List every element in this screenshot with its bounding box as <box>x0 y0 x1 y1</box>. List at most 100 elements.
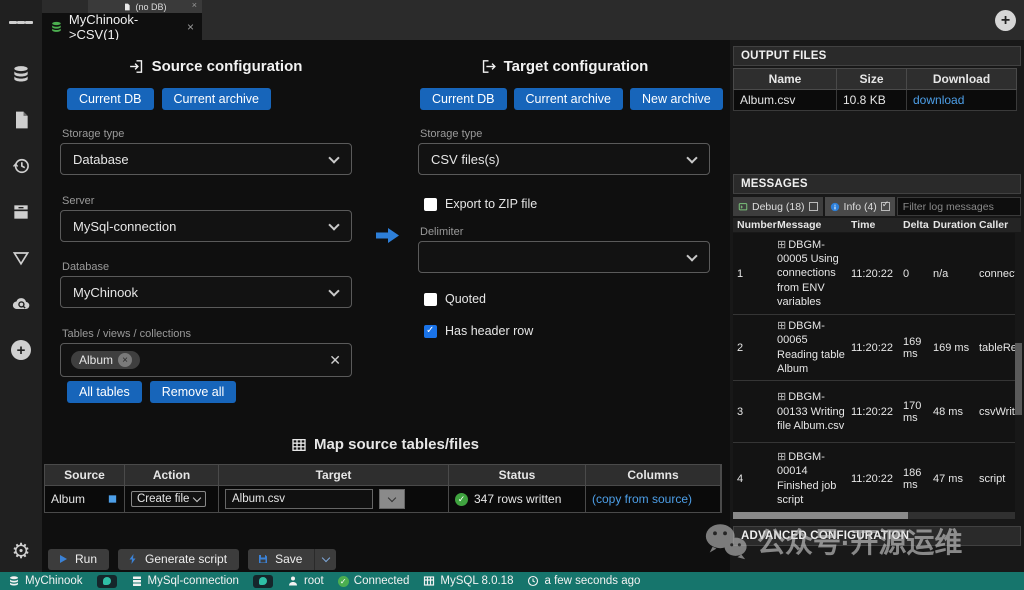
tab-strip: MyChinook->CSV(1) × <box>42 13 1024 40</box>
remove-chip-icon[interactable]: × <box>118 353 132 367</box>
messages-header[interactable]: MESSAGES <box>733 174 1021 194</box>
source-current-db-button[interactable]: Current DB <box>67 88 154 110</box>
chevron-down-icon <box>193 493 201 501</box>
source-storage-type-label: Storage type <box>62 128 124 140</box>
status-color-badge <box>253 575 273 588</box>
clear-all-icon[interactable]: ✕ <box>329 352 341 369</box>
file-name: Album.csv <box>733 90 837 111</box>
output-files-table: Name Size Download Album.csv 10.8 KB dow… <box>733 68 1017 111</box>
generate-script-button[interactable]: Generate script <box>118 549 239 570</box>
has-header-row-checkbox[interactable]: Has header row <box>424 324 533 338</box>
cloud-search-icon[interactable] <box>9 292 33 316</box>
statusbar-database[interactable]: MyChinook <box>8 575 83 587</box>
target-file-dropdown-button[interactable] <box>379 489 405 509</box>
output-file-row: Album.csv 10.8 KB download <box>733 90 1017 111</box>
add-connection-icon[interactable]: + <box>9 338 33 362</box>
database-icon <box>8 575 20 587</box>
vertical-scrollbar[interactable] <box>1015 233 1022 511</box>
history-icon[interactable] <box>9 154 33 178</box>
map-table-row: Album Create file Album.csv ✓ 347 rows w… <box>45 485 721 512</box>
target-storage-type-select[interactable]: CSV files(s) <box>418 143 710 175</box>
expand-icon[interactable]: ⊞ <box>777 320 786 332</box>
source-tables-label: Tables / views / collections <box>62 328 191 340</box>
horizontal-scrollbar[interactable] <box>733 512 1015 519</box>
target-new-archive-button[interactable]: New archive <box>630 88 723 110</box>
message-row[interactable]: 4 ⊞DBGM-00014 Finished job script 11:20:… <box>733 443 1015 515</box>
database-green-icon <box>50 20 63 34</box>
target-current-archive-button[interactable]: Current archive <box>514 88 623 110</box>
table-icon <box>107 493 118 505</box>
settings-icon[interactable]: ⚙ <box>12 539 31 564</box>
checkbox-icon[interactable] <box>424 293 437 306</box>
source-current-archive-button[interactable]: Current archive <box>162 88 271 110</box>
statusbar-connected[interactable]: ✓ Connected <box>338 575 410 587</box>
chevron-down-icon <box>328 285 339 296</box>
checkbox-icon[interactable] <box>809 202 818 211</box>
save-dropdown-button[interactable] <box>314 549 336 570</box>
add-tab-button[interactable]: + <box>995 10 1016 31</box>
menu-icon[interactable] <box>9 10 33 34</box>
export-config-page: Source configuration Current DB Current … <box>42 40 728 546</box>
file-icon[interactable] <box>9 108 33 132</box>
source-configuration-title: Source configuration <box>60 58 370 75</box>
run-button[interactable]: Run <box>48 549 109 570</box>
tab-mychinook-csv[interactable]: MyChinook->CSV(1) × <box>42 13 202 40</box>
advanced-configuration-header[interactable]: ADVANCED CONFIGURATION <box>733 526 1021 546</box>
statusbar-user[interactable]: root <box>287 575 324 587</box>
all-tables-button[interactable]: All tables <box>67 381 142 403</box>
expand-icon[interactable]: ⊞ <box>777 391 786 403</box>
export-zip-checkbox[interactable]: Export to ZIP file <box>424 197 537 211</box>
file-icon <box>123 2 131 12</box>
output-files-header[interactable]: OUTPUT FILES <box>733 46 1021 66</box>
info-filter-chip[interactable]: Info (4) <box>825 197 895 216</box>
checkbox-checked-icon[interactable] <box>881 202 890 211</box>
status-bar: MyChinook MySql-connection root ✓ Connec… <box>0 572 1024 590</box>
bottom-toolbar: Run Generate script Save <box>42 546 728 572</box>
source-database-select[interactable]: MyChinook <box>60 276 352 308</box>
message-row[interactable]: 1 ⊞DBGM-00005 Using connections from ENV… <box>733 233 1015 315</box>
filter-icon[interactable] <box>9 246 33 270</box>
checkbox-icon[interactable] <box>424 198 437 211</box>
database-icon[interactable] <box>9 62 33 86</box>
target-current-db-button[interactable]: Current DB <box>420 88 507 110</box>
export-box-icon <box>480 58 497 75</box>
user-icon <box>287 575 299 587</box>
archive-icon[interactable] <box>9 200 33 224</box>
statusbar-connection[interactable]: MySql-connection <box>131 575 239 587</box>
expand-icon[interactable]: ⊞ <box>777 239 786 251</box>
chevron-down-icon <box>322 553 330 561</box>
statusbar-updated[interactable]: a few seconds ago <box>527 575 640 587</box>
quoted-checkbox[interactable]: Quoted <box>424 292 486 306</box>
save-button[interactable]: Save <box>248 549 314 570</box>
connected-check-icon: ✓ <box>338 576 349 587</box>
chevron-down-icon <box>388 494 396 502</box>
source-tables-multiselect[interactable]: Album × ✕ <box>60 343 352 377</box>
console-icon <box>738 202 748 212</box>
scrollbar-thumb[interactable] <box>733 512 908 519</box>
checkbox-icon[interactable] <box>424 325 437 338</box>
save-button-group: Save <box>248 549 336 570</box>
left-sidebar: + ⚙ <box>0 0 42 572</box>
copy-from-source-link[interactable]: (copy from source) <box>592 492 692 506</box>
source-database-label: Database <box>62 261 109 273</box>
expand-icon[interactable]: ⊞ <box>777 451 786 463</box>
remove-all-button[interactable]: Remove all <box>150 381 237 403</box>
filter-log-input[interactable] <box>897 197 1021 216</box>
server-icon <box>131 575 143 587</box>
status-color-badge <box>97 575 117 588</box>
target-file-input[interactable]: Album.csv <box>225 489 373 509</box>
close-icon[interactable]: × <box>187 20 194 34</box>
source-storage-type-select[interactable]: Database <box>60 143 352 175</box>
scrollbar-thumb[interactable] <box>1015 343 1022 415</box>
source-server-label: Server <box>62 195 94 207</box>
message-row[interactable]: 3 ⊞DBGM-00133 Writing file Album.csv 11:… <box>733 381 1015 443</box>
delimiter-select[interactable] <box>418 241 710 273</box>
statusbar-version[interactable]: MySQL 8.0.18 <box>423 575 513 587</box>
action-select[interactable]: Create file <box>131 491 206 507</box>
close-icon[interactable]: × <box>192 0 197 10</box>
source-server-select[interactable]: MySql-connection <box>60 210 352 242</box>
messages-list: 1 ⊞DBGM-00005 Using connections from ENV… <box>733 233 1015 515</box>
download-link[interactable]: download <box>907 90 1017 111</box>
debug-filter-chip[interactable]: Debug (18) <box>733 197 823 216</box>
message-row[interactable]: 2 ⊞DBGM-00065 Reading table Album 11:20:… <box>733 315 1015 381</box>
